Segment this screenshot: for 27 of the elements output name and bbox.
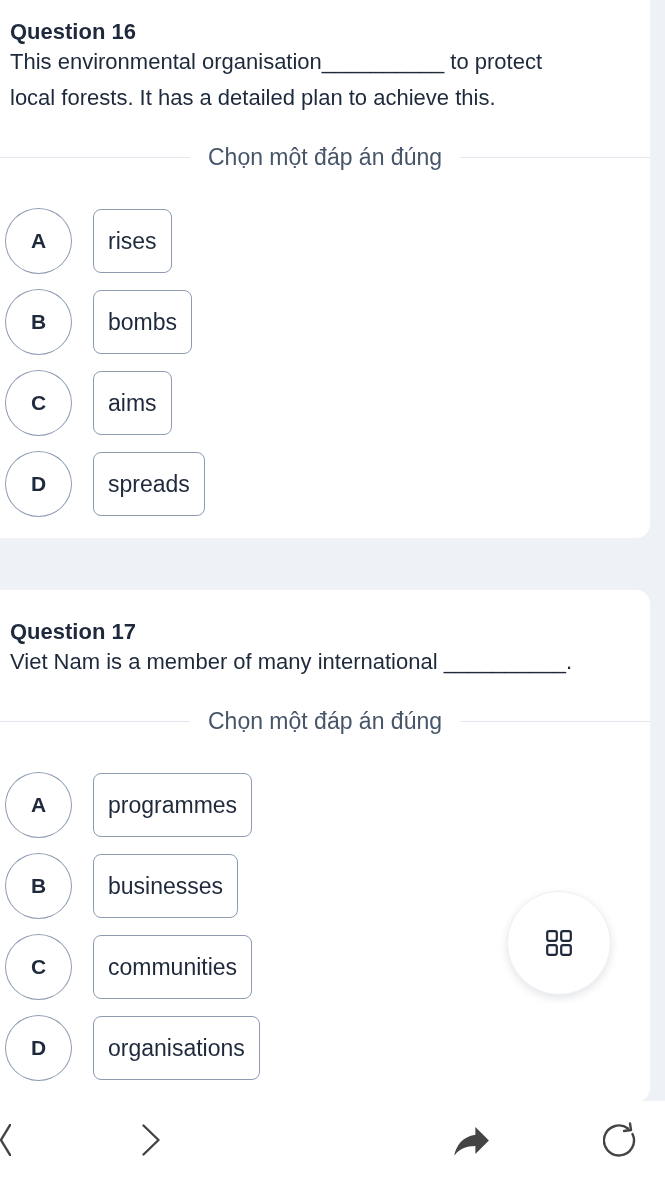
grid-icon: [546, 930, 572, 956]
option-letter[interactable]: B: [5, 289, 72, 355]
answer-option[interactable]: businesses: [93, 854, 239, 918]
question-text: This environmental organisation__________ to protect local forests. It has a detailed plan to achieve this.: [9, 48, 544, 112]
share-arrow-icon[interactable]: [453, 1125, 490, 1155]
option-letter[interactable]: C: [5, 370, 72, 436]
question-text: Viet Nam is a member of many international __________.: [9, 648, 574, 676]
answer-option[interactable]: rises: [93, 209, 172, 273]
option-letter[interactable]: D: [5, 1015, 72, 1081]
reload-icon[interactable]: [603, 1122, 637, 1158]
answer-option[interactable]: organisations: [93, 1016, 260, 1080]
option-letter[interactable]: A: [5, 208, 72, 274]
answer-option[interactable]: bombs: [93, 290, 193, 354]
option-letter[interactable]: C: [5, 934, 72, 1000]
question-title: Question 16: [9, 18, 137, 46]
instruction-label: Chọn một đáp án đúng: [207, 143, 443, 171]
option-letter[interactable]: A: [5, 772, 72, 838]
answer-option[interactable]: spreads: [93, 452, 205, 516]
answer-option[interactable]: communities: [93, 935, 253, 999]
instruction-label: Chọn một đáp án đúng: [207, 707, 443, 735]
option-letter[interactable]: D: [5, 451, 72, 517]
back-chevron-icon[interactable]: [0, 1124, 11, 1156]
answer-option[interactable]: aims: [93, 371, 172, 435]
answer-option[interactable]: programmes: [93, 773, 253, 837]
forward-chevron-icon[interactable]: [142, 1124, 160, 1156]
question-title: Question 17: [9, 618, 137, 646]
option-letter[interactable]: B: [5, 853, 72, 919]
